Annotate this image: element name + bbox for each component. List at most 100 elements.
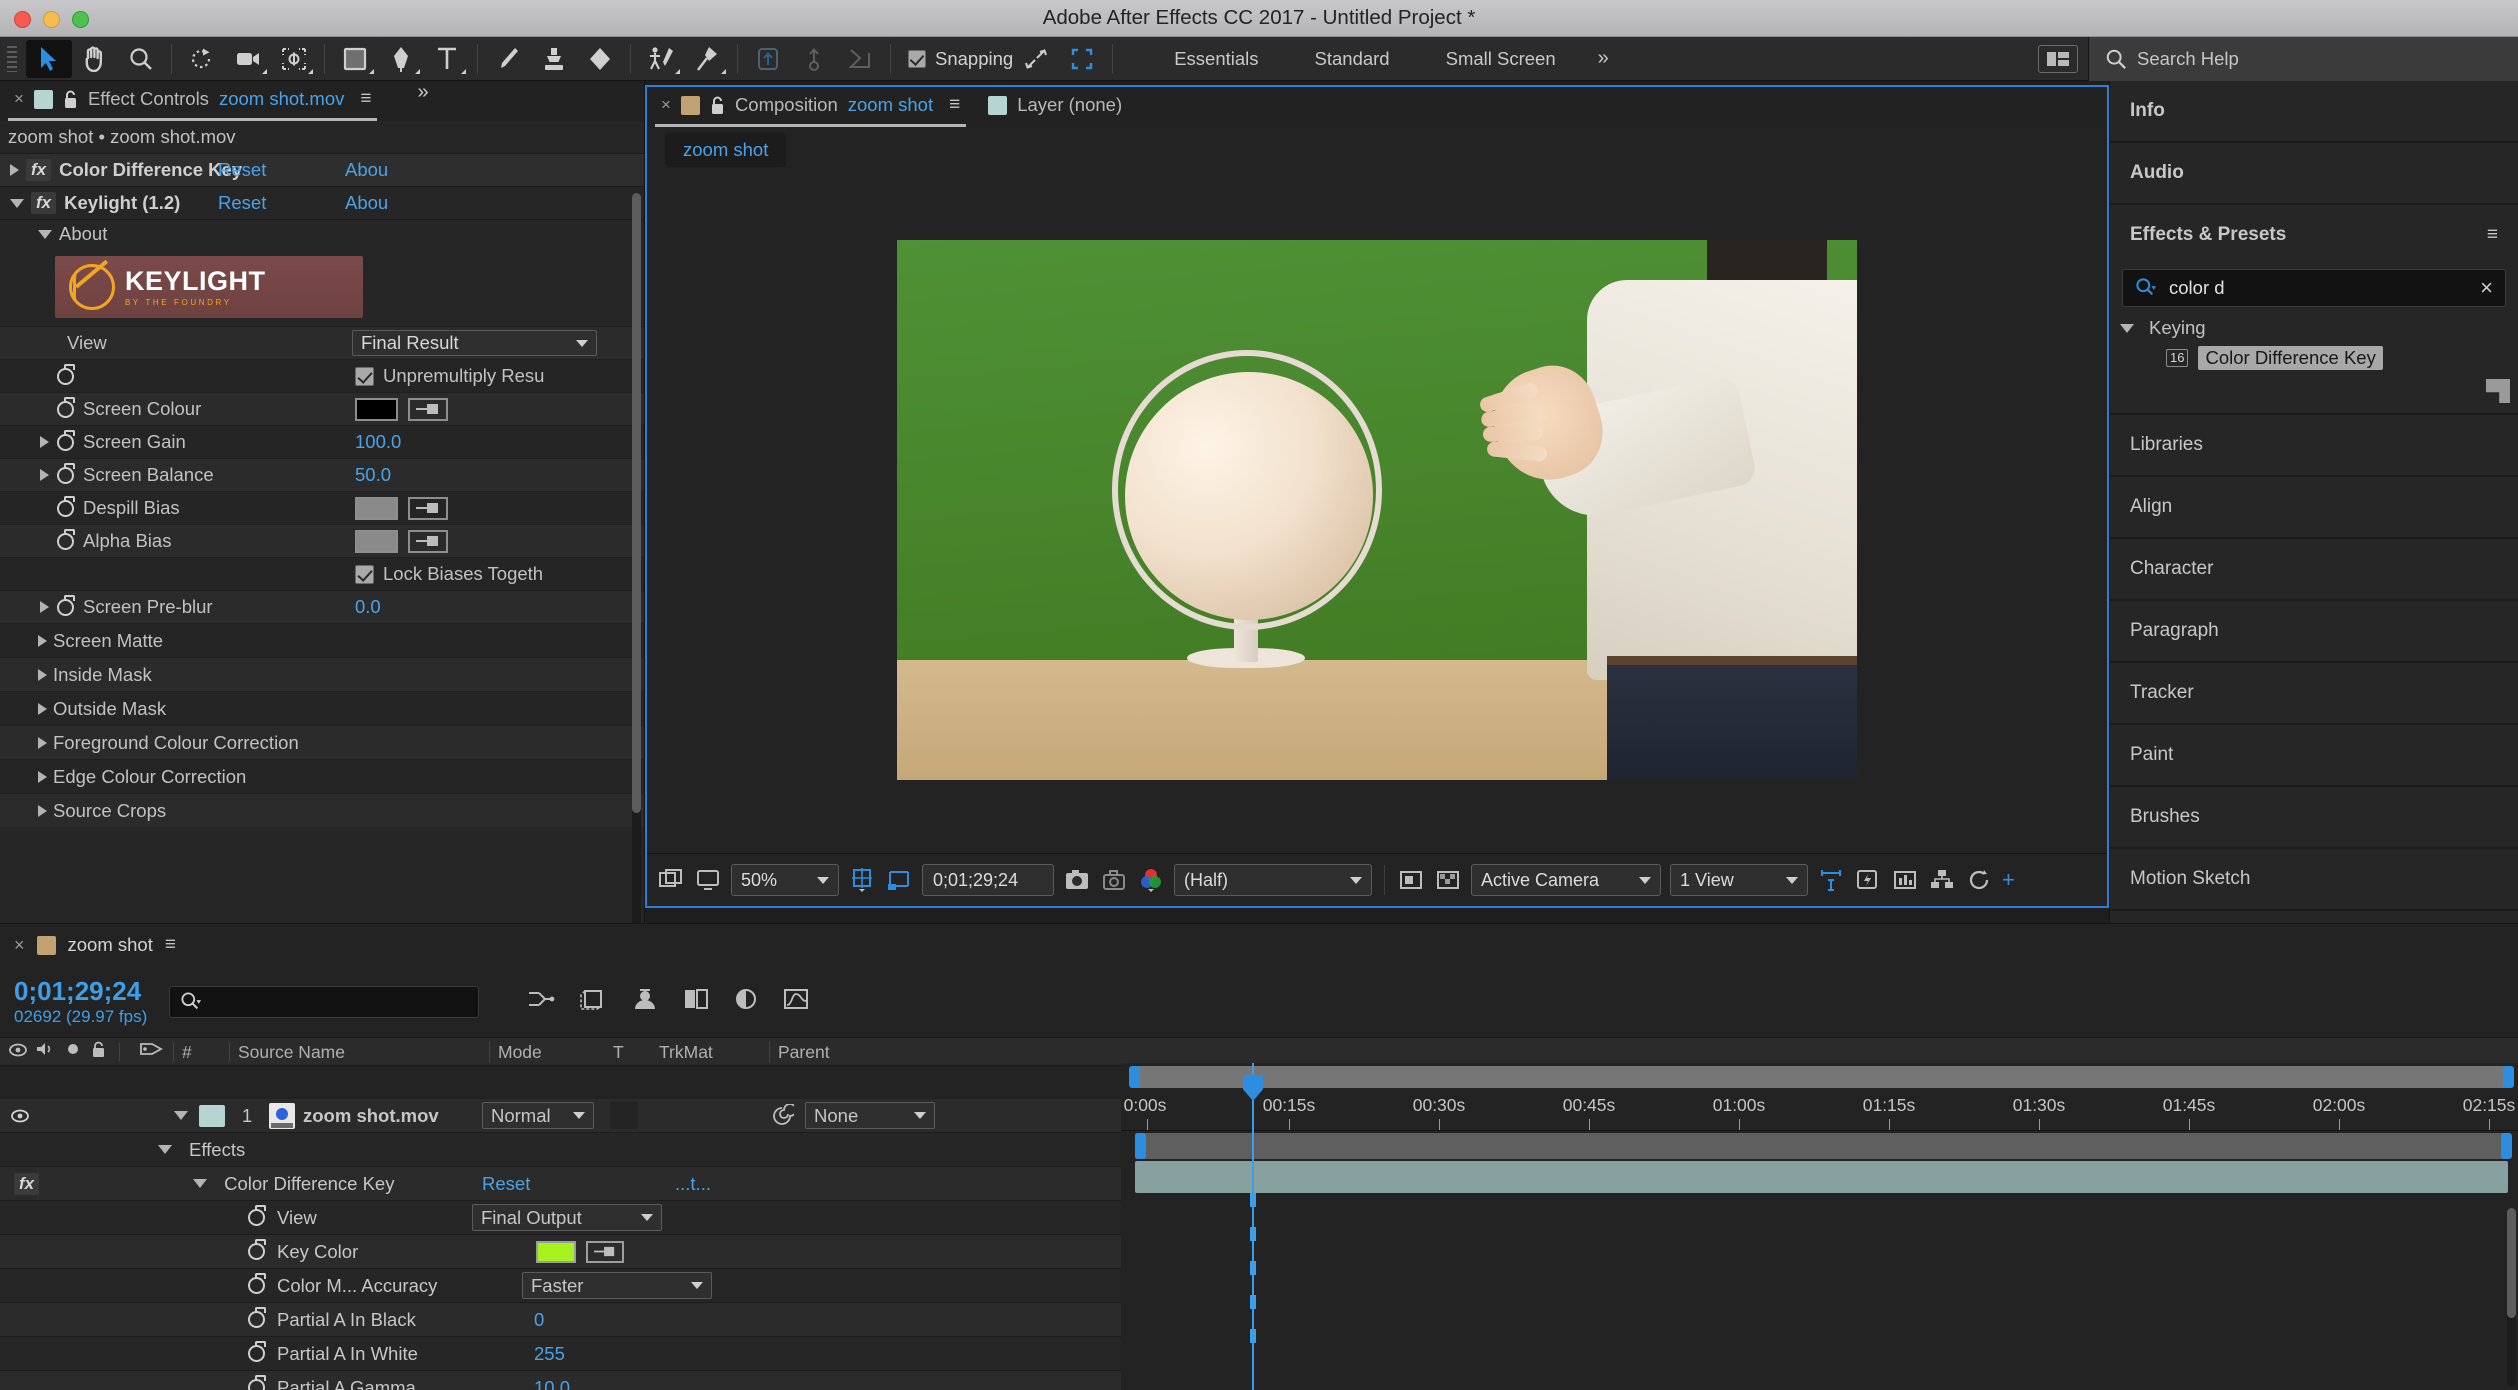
param-row-lock-biases[interactable]: Lock Biases Togeth [0, 557, 644, 590]
channel-rgb-icon[interactable] [1137, 866, 1165, 894]
label-tag-icon[interactable] [139, 1040, 173, 1063]
roto-brush-tool[interactable] [638, 40, 684, 78]
camera-select[interactable]: Active Camera [1471, 864, 1661, 896]
key-color-swatch[interactable] [536, 1240, 576, 1263]
draft-3d-icon[interactable] [579, 987, 607, 1016]
comp-flowchart-icon[interactable] [1928, 866, 1956, 894]
work-area-start-handle[interactable] [1135, 1133, 1146, 1159]
disclosure-triangle-icon[interactable] [40, 436, 49, 448]
column-trkmat[interactable]: TrkMat [651, 1042, 769, 1062]
param-row-screen-pre-blur[interactable]: Screen Pre-blur 0.0 [0, 590, 644, 623]
effect-row-keylight[interactable]: fx Keylight (1.2) Reset Abou [0, 186, 644, 219]
composition-viewer-stage[interactable] [647, 167, 2107, 853]
effect-reset-link[interactable]: Reset [218, 159, 266, 181]
lock-icon[interactable] [63, 90, 78, 109]
stopwatch-icon[interactable] [57, 462, 75, 484]
work-area-end-handle[interactable] [2501, 1133, 2512, 1159]
panel-align[interactable]: Align [2110, 477, 2518, 539]
stopwatch-icon[interactable] [57, 396, 75, 418]
view-select[interactable]: Final Output [472, 1204, 662, 1231]
orbit-camera-tool[interactable] [179, 40, 225, 78]
lock-biases-checkbox-group[interactable]: Lock Biases Togeth [355, 563, 543, 585]
tab-layer[interactable]: Layer (none) [974, 87, 1136, 123]
effects-group-keying[interactable]: Keying [2110, 313, 2518, 343]
table-row-partial-a-in-white[interactable]: Partial A In White 255 [0, 1337, 1121, 1371]
hand-tool[interactable] [72, 40, 118, 78]
shape-tool[interactable] [332, 40, 378, 78]
stopwatch-icon[interactable] [248, 1273, 266, 1294]
param-row-view[interactable]: View Final Result [0, 326, 644, 359]
panel-motion-sketch[interactable]: Motion Sketch [2110, 849, 2518, 911]
param-row-screen-gain[interactable]: Screen Gain 100.0 [0, 425, 644, 458]
layer-mode-select[interactable]: Normal [482, 1102, 594, 1129]
effect-about-link[interactable]: Abou [345, 159, 388, 181]
table-row-key-color[interactable]: Key Color [0, 1235, 1121, 1269]
column-mode[interactable]: Mode [489, 1041, 605, 1062]
playhead[interactable] [1243, 1063, 1263, 1390]
parent-pickwhip-icon[interactable] [770, 1102, 797, 1128]
pan-camera-tool[interactable] [225, 40, 271, 78]
monitor-icon[interactable] [694, 866, 722, 894]
disclosure-triangle-icon[interactable] [158, 1145, 172, 1154]
graph-editor-icon[interactable] [783, 987, 809, 1016]
column-parent[interactable]: Parent [769, 1041, 1009, 1062]
clone-stamp-tool[interactable] [531, 40, 577, 78]
stopwatch-icon[interactable] [248, 1239, 266, 1260]
exposure-plus[interactable]: + [2002, 867, 2015, 893]
layer-duration-bar[interactable] [1135, 1161, 2508, 1193]
group-edge-colour-correction[interactable]: Edge Colour Correction [0, 759, 644, 793]
stopwatch-icon[interactable] [57, 594, 75, 616]
eyedropper-button[interactable] [586, 1240, 624, 1263]
group-source-crops[interactable]: Source Crops [0, 793, 644, 827]
resolution-select[interactable]: (Half) [1174, 864, 1372, 896]
workspace-small-screen[interactable]: Small Screen [1418, 37, 1584, 81]
lock-icon[interactable] [710, 96, 725, 115]
current-time-display[interactable]: 0;01;29;24 [14, 976, 147, 1007]
effect-reset-link[interactable]: Reset [218, 192, 266, 214]
work-area-bar[interactable] [1121, 1063, 2518, 1091]
type-tool[interactable] [424, 40, 470, 78]
stopwatch-icon[interactable] [248, 1375, 266, 1390]
workspace-layout-button[interactable] [2038, 45, 2078, 73]
disclosure-triangle-icon[interactable] [10, 198, 24, 208]
table-row-color-matching-accuracy[interactable]: Color M... Accuracy Faster [0, 1269, 1121, 1303]
view-select[interactable]: Final Result [352, 330, 597, 356]
timeline-vertical-scrollbar[interactable] [2507, 1208, 2516, 1386]
timeline-graph-icon[interactable] [1891, 866, 1919, 894]
stopwatch-icon[interactable] [248, 1205, 266, 1226]
about-section-header[interactable]: About [0, 219, 644, 248]
layer-color-label[interactable] [199, 1104, 225, 1127]
layer-trkmat-cell[interactable] [610, 1102, 638, 1129]
param-row-despill-bias[interactable]: Despill Bias [0, 491, 644, 524]
panel-paragraph[interactable]: Paragraph [2110, 601, 2518, 663]
work-area-end-handle[interactable] [2503, 1066, 2514, 1088]
zoom-level-select[interactable]: 50% [731, 864, 839, 896]
alpha-bias-swatch[interactable] [355, 529, 398, 553]
param-row-screen-colour[interactable]: Screen Colour [0, 392, 644, 425]
take-snapshot-icon[interactable] [1063, 866, 1091, 894]
snapping-checkbox[interactable] [908, 49, 926, 68]
always-preview-icon[interactable] [657, 866, 685, 894]
column-t[interactable]: T [605, 1042, 651, 1062]
grid-guides-icon[interactable] [848, 866, 876, 894]
dolly-camera-tool[interactable] [271, 40, 317, 78]
group-screen-matte[interactable]: Screen Matte [0, 623, 644, 657]
effect-controls-overflow-button[interactable]: » [403, 81, 442, 104]
toolbar-drag-handle[interactable] [4, 45, 20, 72]
effect-extra-link[interactable]: ...t... [675, 1173, 711, 1195]
effect-row-color-difference-key[interactable]: fx Color Difference Key Reset Abou [0, 153, 644, 186]
workspace-overflow-button[interactable]: » [1584, 47, 1623, 70]
effect-item-color-difference-key[interactable]: 16 Color Difference Key [2110, 343, 2518, 373]
table-row-view[interactable]: View Final Output [0, 1201, 1121, 1235]
current-time-field[interactable]: 0;01;29;24 [922, 864, 1054, 896]
composition-mini-flowchart-icon[interactable] [527, 987, 555, 1016]
effects-search-input[interactable] [2169, 277, 2469, 299]
table-row-effects-group[interactable]: Effects [0, 1133, 1121, 1167]
layer-visibility-icon[interactable] [0, 1109, 40, 1123]
close-icon[interactable]: × [14, 935, 25, 956]
show-snapshot-icon[interactable] [1100, 866, 1128, 894]
panel-character[interactable]: Character [2110, 539, 2518, 601]
effects-search-box[interactable]: × [2122, 269, 2506, 307]
stopwatch-icon[interactable] [57, 495, 75, 517]
group-foreground-colour-correction[interactable]: Foreground Colour Correction [0, 725, 644, 759]
